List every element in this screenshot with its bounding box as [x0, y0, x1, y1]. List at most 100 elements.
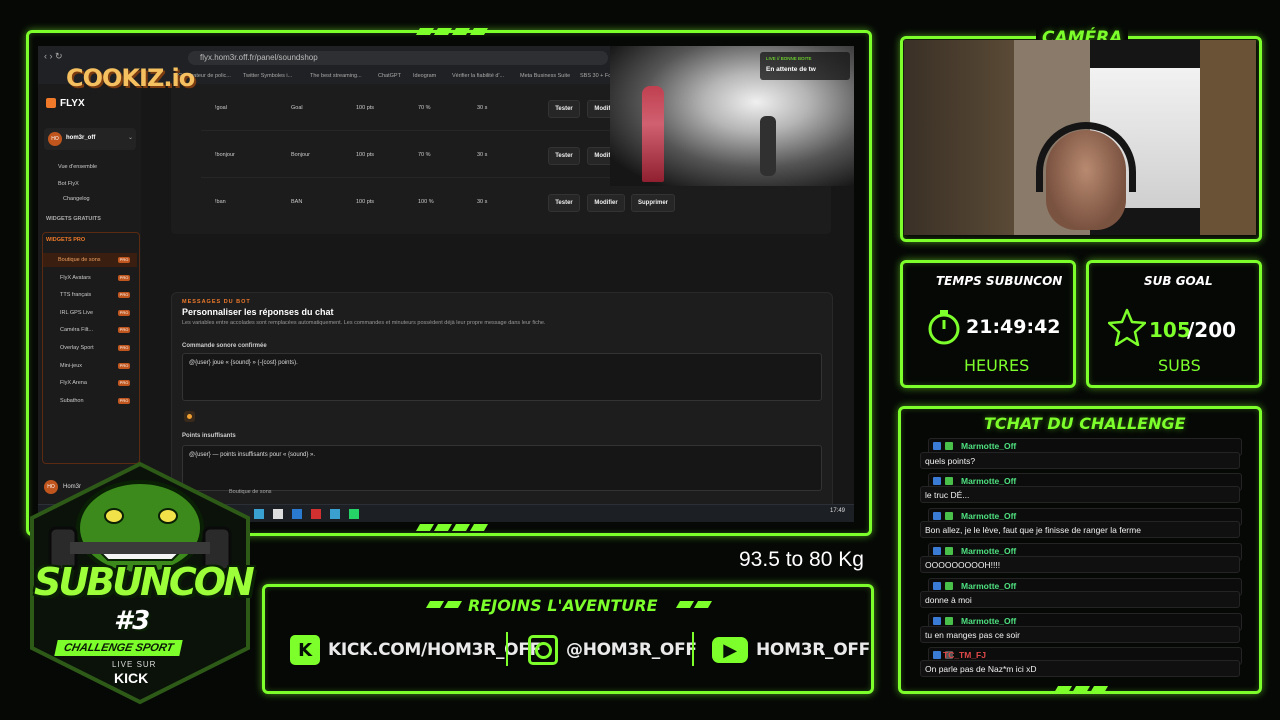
test-button[interactable]: Tester [548, 147, 580, 165]
pro-item-arena[interactable]: FlyX Arena [60, 380, 87, 386]
pro-item-camera[interactable]: Caméra Filt... [60, 327, 93, 333]
delete-button[interactable]: Supprimer [631, 194, 675, 212]
screen-capture: ‹ › ↻ flyx.hom3r.off.fr/panel/soundshop … [38, 46, 854, 522]
flyx-logo[interactable]: FLYX [60, 98, 85, 109]
taskbar-clock[interactable]: 17:49 [830, 508, 845, 514]
event-logo-kick: KICK [114, 670, 149, 686]
concert-tag: LIVE // BONNE BOITE [766, 56, 812, 61]
avatar: HO [48, 132, 62, 146]
sound-name: Bonjour [291, 152, 310, 158]
social-youtube-label: HOM3R_OFF [756, 640, 870, 660]
section-free-widgets[interactable]: WIDGETS GRATUITS [46, 216, 101, 222]
chat-message: OOOOOOOOOH!!!! [920, 556, 1240, 573]
pro-badge: PRO [118, 345, 130, 351]
sub-badge-icon [945, 477, 953, 485]
sound-cost: 100 pts [356, 199, 375, 205]
event-logo-subtitle: CHALLENGE SPORT [54, 640, 183, 656]
back-icon[interactable]: ‹ › ↻ [44, 51, 63, 62]
kick-icon: K [290, 635, 320, 665]
youtube-icon: ▶ [712, 637, 748, 663]
sound-volume: 100 % [418, 199, 434, 205]
bookmark[interactable]: Meta Business Suite [520, 73, 570, 79]
section-pro-widgets[interactable]: WIDGETS PRO [46, 237, 85, 243]
divider [506, 632, 508, 666]
pro-item-tts[interactable]: TTS français [60, 292, 91, 298]
edit-button[interactable]: Modifier [587, 194, 625, 212]
pro-badge: PRO [118, 327, 130, 333]
bot-messages-card: MESSAGES DU BOT Personnaliser les répons… [171, 292, 833, 512]
banner-deco-right [675, 601, 713, 608]
bookmark[interactable]: Vérifier la fiabilité d'... [452, 73, 504, 79]
sub-badge-icon [945, 442, 953, 450]
chat-username: Marmotte_Off [961, 441, 1017, 451]
pro-badge: PRO [118, 292, 130, 298]
confirm-message-input[interactable]: @{user} joue « {sound} » (-{cost} points… [182, 353, 822, 401]
room-shelf [904, 40, 1014, 235]
badge-icon [933, 442, 941, 450]
social-youtube: ▶ HOM3R_OFF [712, 634, 870, 666]
bookmark[interactable]: The best streaming... [310, 73, 362, 79]
pro-badge: PRO [118, 363, 130, 369]
chevron-down-icon[interactable]: ⌄ [128, 134, 133, 141]
emoji-icon[interactable] [184, 411, 195, 422]
event-logo-live: LIVE SUR [112, 660, 157, 669]
social-instagram: @HOM3R_OFF [528, 634, 697, 666]
taskbar-app-icon[interactable] [349, 509, 359, 519]
event-logo-title: SUBUNCON [34, 560, 255, 604]
test-button[interactable]: Tester [548, 100, 580, 118]
sound-volume: 70 % [418, 105, 431, 111]
pro-item-gps[interactable]: IRL GPS Live [60, 310, 93, 316]
sound-cooldown: 30 s [477, 199, 488, 205]
concert-status-box: LIVE // BONNE BOITE En attente de tw [760, 52, 850, 80]
sound-cooldown: 30 s [477, 152, 488, 158]
nav-overview[interactable]: Vue d'ensemble [58, 164, 97, 170]
bookmark[interactable]: Twitter Symboles i... [243, 73, 292, 79]
sound-command: !bonjour [215, 152, 235, 158]
banner-title: REJOINS L'AVENTURE [468, 596, 658, 615]
timer-title: TEMPS SUBUNCON [936, 274, 1063, 288]
sound-cost: 100 pts [356, 152, 375, 158]
nav-changelog[interactable]: Changelog [63, 196, 90, 202]
sound-volume: 70 % [418, 152, 431, 158]
taskbar-app-icon[interactable] [292, 509, 302, 519]
divider [692, 632, 694, 666]
app-sidebar: FLYX HO hom3r_off ⌄ Vue d'ensemble Bot F… [38, 84, 142, 504]
subgoal-title: SUB GOAL [1144, 274, 1213, 288]
user-card[interactable]: HO hom3r_off ⌄ [44, 128, 136, 150]
chat-message: le truc DÉ... [920, 486, 1240, 503]
address-bar[interactable]: flyx.hom3r.off.fr/panel/soundshop [188, 51, 608, 65]
performer [642, 86, 664, 182]
pro-item-overlay-sport[interactable]: Overlay Sport [60, 345, 94, 351]
pro-item-sound-shop[interactable]: Boutique de sons [58, 257, 101, 263]
nav-bot[interactable]: Bot FlyX [58, 181, 79, 187]
sub-badge-icon [945, 617, 953, 625]
performer-shadow [760, 116, 776, 176]
sound-name: BAN [291, 199, 303, 205]
taskbar-app-icon[interactable] [311, 509, 321, 519]
chat-username: Marmotte_Off [961, 546, 1017, 556]
insufficient-points-input[interactable]: @{user} — points insuffisants pour « {so… [182, 445, 822, 491]
bookmark[interactable]: ChatGPT [378, 73, 401, 79]
right-shelf [1200, 40, 1256, 235]
test-button[interactable]: Tester [548, 194, 580, 212]
taskbar-app-icon[interactable] [330, 509, 340, 519]
taskbar-app-icon[interactable] [273, 509, 283, 519]
chat-message: quels points? [920, 452, 1240, 469]
pro-item-avatars[interactable]: FlyX Avatars [60, 275, 91, 281]
pro-badge: PRO [118, 275, 130, 281]
chat-message: Bon allez, je le lève, faut que je finis… [920, 521, 1240, 538]
chat-username: TC_TM_FJ [943, 650, 986, 660]
cookiz-logo: COOKIZ.io [66, 64, 195, 92]
pro-item-mini-games[interactable]: Mini-jeux [60, 363, 82, 369]
bookmark[interactable]: Ideogram [413, 73, 436, 79]
subgoal-target: /200 [1187, 318, 1237, 342]
pro-badge: PRO [118, 310, 130, 316]
banner-deco-left [425, 601, 463, 608]
star-icon [1108, 308, 1146, 346]
frame-deco-bottom [415, 524, 489, 531]
pro-item-subathon[interactable]: Subathon [60, 398, 84, 404]
weight-goal-text: 93.5 to 80 Kg [739, 548, 864, 571]
sound-cooldown: 30 s [477, 105, 488, 111]
sub-badge-icon [945, 582, 953, 590]
badge-icon [933, 617, 941, 625]
